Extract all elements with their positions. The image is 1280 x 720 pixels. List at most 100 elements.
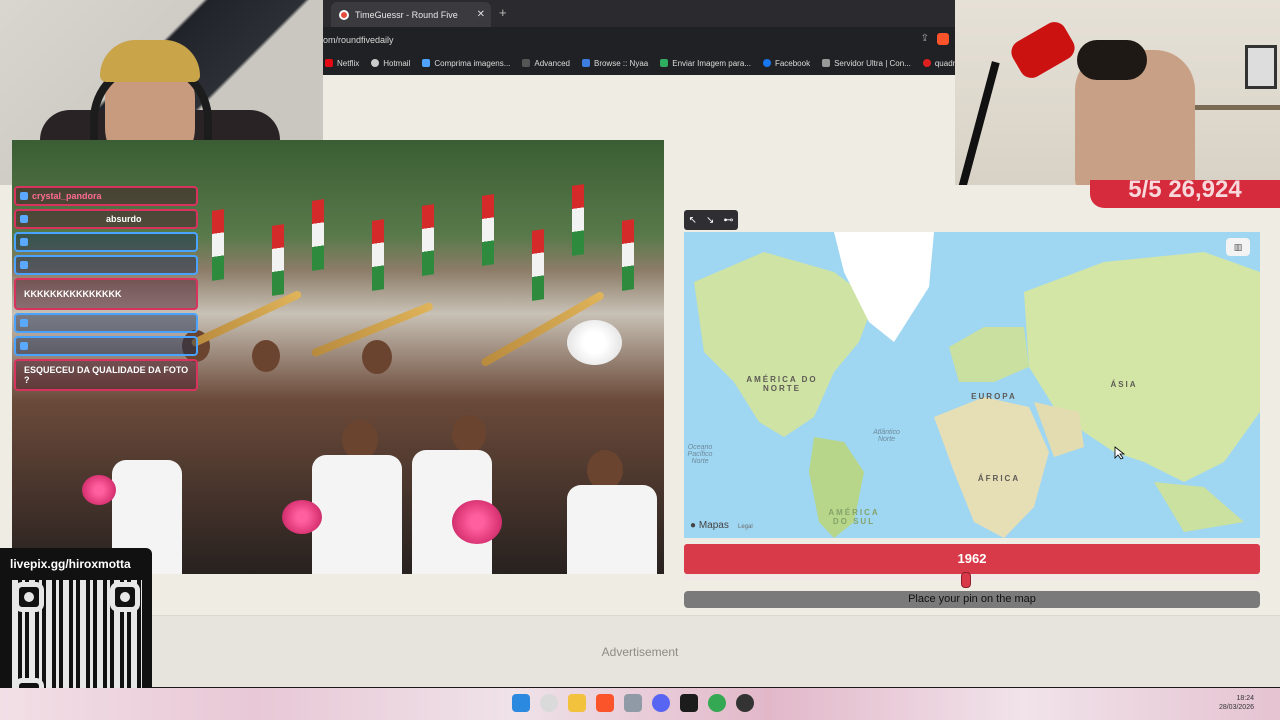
mouse-cursor-icon	[1114, 446, 1126, 460]
chat-message	[14, 336, 198, 356]
guest-webcam	[955, 0, 1280, 185]
stream-chat: crystal_pandora absurdo KKKKKKKKKKKKKKK …	[14, 186, 198, 394]
bookmark-nyaa[interactable]: Browse :: Nyaa	[581, 59, 648, 68]
bookmark-servidor-ultra[interactable]: Servidor Ultra | Con...	[822, 59, 911, 68]
bookmark-advanced[interactable]: Advanced	[522, 59, 570, 68]
shrink-map-icon[interactable]: ↘	[706, 215, 714, 226]
image-upload-icon	[660, 59, 669, 67]
youtube-icon	[922, 59, 931, 67]
tab-timeguessr[interactable]: TimeGuessr - Round Five ✕	[331, 2, 491, 27]
bookmarks-bar: Netflix Hotmail Comprima imagens... Adva…	[323, 53, 955, 73]
pin-map-icon[interactable]: ⊷	[723, 215, 733, 226]
chat-badge-icon	[20, 319, 28, 327]
map-toolbar: ↖ ↘ ⊷	[684, 210, 738, 230]
tab-title: TimeGuessr - Round Five	[355, 9, 458, 20]
share-icon[interactable]: ⇪	[921, 33, 929, 45]
label-pacific: Oceano Pacífico Norte	[687, 444, 713, 465]
label-north-america: AMÉRICA DO NORTE	[746, 375, 818, 393]
bookmark-netflix[interactable]: Netflix	[325, 59, 359, 68]
chat-badge-icon	[20, 238, 28, 246]
wall-shelf	[1195, 105, 1280, 110]
year-slider-thumb[interactable]	[961, 572, 972, 588]
apple-icon: ●	[690, 520, 697, 531]
chat-message: absurdo	[14, 209, 198, 229]
server-icon	[822, 59, 831, 67]
score-badge: 5/5 26,924	[1090, 180, 1280, 208]
tab-close-icon[interactable]: ✕	[477, 9, 485, 20]
crowd-head	[342, 420, 378, 460]
chat-message	[14, 313, 198, 333]
hotmail-icon	[371, 59, 380, 67]
brave-shields-icon[interactable]	[937, 33, 949, 45]
flag	[482, 194, 494, 266]
bookmark-facebook[interactable]: Facebook	[762, 59, 810, 68]
brave-browser-icon[interactable]	[596, 694, 614, 712]
pink-flowers	[282, 500, 322, 534]
app-icon[interactable]	[624, 694, 642, 712]
chrome-icon[interactable]	[708, 694, 726, 712]
chat-message: KKKKKKKKKKKKKKK	[14, 278, 198, 310]
flag	[622, 219, 634, 291]
address-bar[interactable]: om/roundfivedaily ⇪	[323, 28, 955, 52]
obs-icon[interactable]	[736, 694, 754, 712]
netflix-icon	[325, 59, 333, 67]
guess-map[interactable]: AMÉRICA DO NORTE EUROPA ÁSIA ÁFRICA AMÉR…	[684, 232, 1260, 538]
chat-badge-icon	[20, 192, 28, 200]
label-europe: EUROPA	[971, 392, 1017, 401]
chat-badge-icon	[20, 261, 28, 269]
crowd-head	[362, 340, 392, 374]
flag	[422, 204, 434, 276]
map-type-toggle-icon[interactable]: ▥	[1226, 238, 1250, 256]
search-icon[interactable]	[540, 694, 558, 712]
tab-bar: TimeGuessr - Round Five ✕ +	[323, 0, 955, 27]
livepix-url: livepix.gg/hiroxmotta	[10, 557, 131, 571]
chat-message: crystal_pandora	[14, 186, 198, 206]
address-bar-actions: ⇪	[921, 33, 949, 45]
year-slider-track[interactable]	[684, 574, 1260, 580]
place-pin-button[interactable]: Place your pin on the map	[684, 591, 1260, 608]
map-attribution: ● Mapas	[690, 520, 729, 531]
flag	[312, 199, 324, 271]
qr-finder	[110, 582, 140, 612]
label-asia: ÁSIA	[1110, 380, 1138, 389]
file-explorer-icon[interactable]	[568, 694, 586, 712]
bookmark-enviar-imagem[interactable]: Enviar Imagem para...	[660, 59, 751, 68]
discord-icon[interactable]	[652, 694, 670, 712]
chat-message: ESQUECEU DA QUALIDADE DA FOTO ?	[14, 359, 198, 391]
label-africa: ÁFRICA	[977, 474, 1021, 483]
url-text[interactable]: om/roundfivedaily	[323, 35, 394, 45]
taskbar-clock[interactable]: 18:24 28/03/2026	[1219, 694, 1254, 712]
flag	[212, 209, 224, 281]
windows-start-icon[interactable]	[512, 694, 530, 712]
new-tab-button[interactable]: +	[499, 5, 507, 20]
advertisement-label: Advertisement	[601, 645, 679, 659]
bookmark-quadri[interactable]: quadri	[922, 59, 955, 68]
compress-icon	[422, 59, 431, 67]
flag	[372, 219, 384, 291]
terminal-icon[interactable]	[680, 694, 698, 712]
browser-window: TimeGuessr - Round Five ✕ + om/roundfive…	[323, 0, 955, 75]
facebook-icon	[762, 59, 771, 67]
bookmark-hotmail[interactable]: Hotmail	[371, 59, 410, 68]
pink-flowers	[82, 475, 116, 505]
qr-finder	[14, 582, 44, 612]
crowd-head	[587, 450, 623, 490]
nyaa-icon	[581, 59, 590, 67]
taskbar-icons	[512, 694, 754, 712]
label-atlantic: Atlântico Norte	[873, 429, 900, 443]
chat-badge-icon	[20, 215, 28, 223]
expand-map-icon[interactable]: ↖	[689, 215, 697, 226]
mic-arm	[958, 61, 1000, 185]
flag	[572, 184, 584, 256]
karnay-horn	[190, 289, 303, 348]
white-shirt-figure	[567, 485, 657, 574]
flag	[272, 224, 284, 296]
chat-message	[14, 255, 198, 275]
bookmark-comprima[interactable]: Comprima imagens...	[422, 59, 510, 68]
label-south-america: AMÉRICA DO SUL	[828, 508, 880, 526]
crowd-head	[452, 415, 486, 453]
white-shirt-figure	[312, 455, 402, 574]
chat-message	[14, 232, 198, 252]
map-legal-link[interactable]: Legal	[738, 524, 753, 530]
chat-badge-icon	[20, 342, 28, 350]
